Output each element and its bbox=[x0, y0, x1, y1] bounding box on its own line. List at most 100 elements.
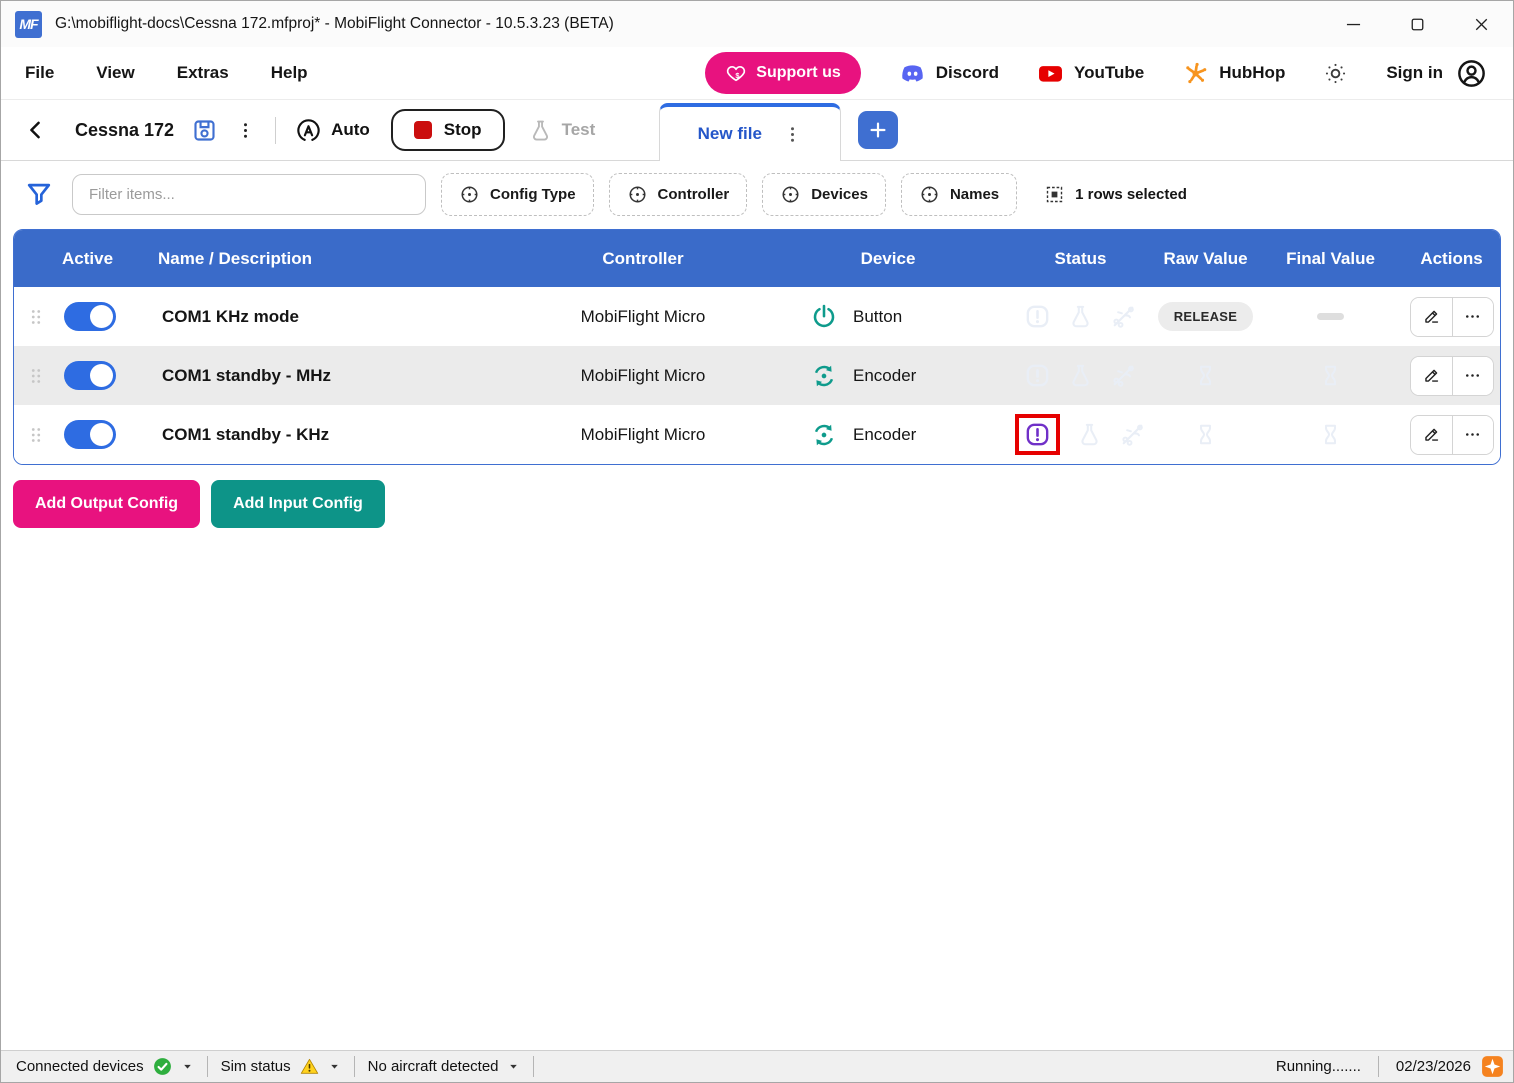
config-controller: MobiFlight Micro bbox=[518, 425, 768, 445]
stop-button[interactable]: Stop bbox=[391, 109, 505, 151]
final-value-cell bbox=[1258, 421, 1403, 448]
minimize-button[interactable] bbox=[1321, 1, 1385, 47]
header-controller: Controller bbox=[518, 249, 768, 269]
tab-label: New file bbox=[698, 124, 762, 144]
theme-toggle-button[interactable] bbox=[1323, 61, 1348, 86]
final-pending-icon bbox=[1317, 362, 1344, 389]
menu-help[interactable]: Help bbox=[271, 63, 308, 83]
actions-cell bbox=[1403, 297, 1500, 337]
header-active: Active bbox=[58, 249, 138, 269]
discord-link[interactable]: Discord bbox=[899, 60, 999, 87]
aircraft-dropdown[interactable]: No aircraft detected bbox=[363, 1058, 525, 1075]
add-input-config-button[interactable]: Add Input Config bbox=[211, 480, 385, 528]
drag-handle[interactable] bbox=[14, 306, 58, 328]
caret-down-icon bbox=[181, 1060, 194, 1073]
maximize-button[interactable] bbox=[1385, 1, 1449, 47]
drag-handle[interactable] bbox=[14, 365, 58, 387]
auto-run-button[interactable]: Auto bbox=[295, 117, 370, 144]
encoder-icon bbox=[810, 421, 838, 449]
target-icon bbox=[919, 184, 940, 205]
status-cell bbox=[1008, 362, 1153, 389]
main-content: Active Name / Description Controller Dev… bbox=[1, 229, 1513, 528]
active-toggle[interactable] bbox=[64, 420, 116, 449]
sim-status-dropdown[interactable]: Sim status bbox=[216, 1056, 346, 1077]
active-toggle[interactable] bbox=[64, 302, 116, 331]
filter-bar: Config Type Controller Devices Names 1 r… bbox=[1, 161, 1513, 227]
final-value-cell bbox=[1258, 313, 1403, 320]
statusbar-divider bbox=[207, 1056, 208, 1077]
status-flask-icon bbox=[1067, 303, 1094, 330]
title-bar: MF G:\mobiflight-docs\Cessna 172.mfproj*… bbox=[1, 1, 1513, 47]
more-options-icon bbox=[1463, 366, 1482, 385]
heart-dollar-icon: $ bbox=[725, 62, 747, 84]
edit-button[interactable] bbox=[1411, 298, 1452, 336]
sign-in-button[interactable]: Sign in bbox=[1386, 58, 1487, 89]
menu-file[interactable]: File bbox=[25, 63, 54, 83]
more-button[interactable] bbox=[1452, 357, 1493, 395]
connected-devices-dropdown[interactable]: Connected devices bbox=[11, 1056, 199, 1077]
target-icon bbox=[459, 184, 480, 205]
status-nolink-icon bbox=[1119, 421, 1146, 448]
tab-menu-icon[interactable] bbox=[782, 124, 803, 145]
encoder-icon bbox=[810, 362, 838, 390]
test-flask-icon bbox=[528, 118, 553, 143]
menu-view[interactable]: View bbox=[96, 63, 134, 83]
statusbar-divider bbox=[533, 1056, 534, 1077]
app-window: MF G:\mobiflight-docs\Cessna 172.mfproj*… bbox=[0, 0, 1514, 1083]
user-avatar-icon bbox=[1456, 58, 1487, 89]
active-cell bbox=[58, 302, 138, 331]
filter-pill-devices[interactable]: Devices bbox=[762, 173, 886, 216]
device-cell: Encoder bbox=[768, 362, 1008, 390]
test-button[interactable]: Test bbox=[528, 118, 596, 143]
raw-pending-icon bbox=[1192, 421, 1219, 448]
header-device: Device bbox=[768, 249, 1008, 269]
filter-input[interactable] bbox=[72, 174, 426, 215]
tab-new-file[interactable]: New file bbox=[659, 103, 841, 161]
raw-value-badge: RELEASE bbox=[1158, 302, 1254, 331]
table-row: COM1 standby - MHzMobiFlight MicroEncode… bbox=[14, 346, 1500, 405]
drag-handle-icon bbox=[25, 306, 47, 328]
status-alert-icon bbox=[1024, 303, 1051, 330]
hubhop-link[interactable]: HubHop bbox=[1182, 60, 1285, 87]
status-alert-icon bbox=[1024, 421, 1051, 448]
status-cell bbox=[1008, 303, 1153, 330]
status-bar: Connected devices Sim status No aircraft… bbox=[1, 1050, 1513, 1082]
filter-pill-controller[interactable]: Controller bbox=[609, 173, 748, 216]
edit-icon bbox=[1422, 366, 1441, 385]
connected-ok-icon bbox=[152, 1056, 173, 1077]
table-row: COM1 standby - KHzMobiFlight MicroEncode… bbox=[14, 405, 1500, 464]
project-menu-icon[interactable] bbox=[235, 120, 256, 141]
youtube-link[interactable]: YouTube bbox=[1037, 60, 1144, 87]
device-cell: Encoder bbox=[768, 421, 1008, 449]
youtube-label: YouTube bbox=[1074, 63, 1144, 83]
device-cell: Button bbox=[768, 303, 1008, 331]
more-button[interactable] bbox=[1452, 298, 1493, 336]
hubhop-icon bbox=[1182, 60, 1209, 87]
power-icon bbox=[810, 303, 838, 331]
more-button[interactable] bbox=[1452, 416, 1493, 454]
status-alert-icon bbox=[1024, 362, 1051, 389]
stop-label: Stop bbox=[444, 120, 482, 140]
add-tab-button[interactable] bbox=[858, 111, 898, 149]
active-toggle[interactable] bbox=[64, 361, 116, 390]
active-cell bbox=[58, 361, 138, 390]
back-button[interactable] bbox=[25, 119, 47, 141]
error-highlight-box bbox=[1015, 414, 1060, 455]
youtube-icon bbox=[1037, 60, 1064, 87]
menu-extras[interactable]: Extras bbox=[177, 63, 229, 83]
filter-pill-names[interactable]: Names bbox=[901, 173, 1017, 216]
save-icon[interactable] bbox=[191, 117, 218, 144]
add-output-config-button[interactable]: Add Output Config bbox=[13, 480, 200, 528]
status-flask-icon bbox=[1067, 362, 1094, 389]
status-nolink-icon bbox=[1110, 303, 1137, 330]
auto-run-label: Auto bbox=[331, 120, 370, 140]
statusbar-right: Running....... 02/23/2026 bbox=[1276, 1054, 1505, 1079]
support-us-button[interactable]: $ Support us bbox=[705, 52, 860, 94]
close-button[interactable] bbox=[1449, 1, 1513, 47]
drag-handle[interactable] bbox=[14, 424, 58, 446]
edit-button[interactable] bbox=[1411, 416, 1452, 454]
filter-pill-config-type[interactable]: Config Type bbox=[441, 173, 594, 216]
table-header: Active Name / Description Controller Dev… bbox=[14, 230, 1500, 287]
config-controller: MobiFlight Micro bbox=[518, 307, 768, 327]
edit-button[interactable] bbox=[1411, 357, 1452, 395]
